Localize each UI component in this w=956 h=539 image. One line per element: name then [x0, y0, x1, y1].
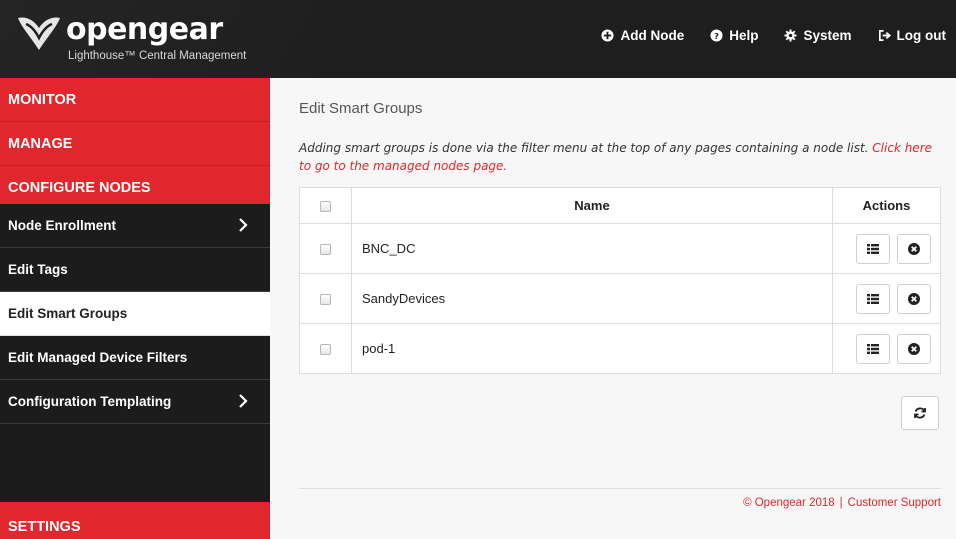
logout-link[interactable]: Log out: [878, 28, 946, 43]
add-node-label: Add Node: [620, 28, 685, 43]
smart-groups-table: Name Actions BNC_DC SandyDevices pod-1: [299, 187, 941, 374]
brand-logo[interactable]: opengear Lighthouse™ Central Management: [8, 6, 270, 72]
row-checkbox[interactable]: [320, 294, 331, 306]
sidebar-manage[interactable]: MANAGE: [0, 122, 270, 166]
sidebar-monitor[interactable]: MONITOR: [0, 78, 270, 122]
table-header-row: Name Actions: [299, 187, 941, 224]
footer-separator: |: [839, 497, 843, 509]
select-all-cell: [299, 187, 352, 224]
plus-circle-icon: [601, 29, 615, 42]
view-list-button[interactable]: [856, 333, 890, 364]
list-icon: [867, 343, 879, 354]
row-actions: [832, 223, 941, 274]
row-checkbox-cell: [299, 273, 352, 324]
sidebar-monitor-label: MONITOR: [8, 91, 77, 108]
table-row: BNC_DC: [299, 223, 941, 274]
info-message: Adding smart groups is done via the filt…: [299, 141, 873, 155]
copyright-text: © Opengear 2018: [743, 497, 835, 509]
brand-name: opengear: [66, 12, 223, 47]
row-actions: [832, 323, 941, 374]
view-list-button[interactable]: [856, 233, 890, 264]
sidebar-item-edit-managed-device-filters[interactable]: Edit Managed Device Filters: [0, 336, 270, 380]
sidebar-item-label: Node Enrollment: [8, 218, 117, 233]
smart-group-name: pod-1: [351, 323, 833, 374]
refresh-icon: [914, 407, 926, 419]
system-link[interactable]: System: [784, 28, 852, 43]
sidebar: MONITOR MANAGE CONFIGURE NODES Node Enro…: [0, 78, 270, 539]
gear-icon: [784, 29, 798, 42]
delete-button[interactable]: [897, 333, 931, 364]
main-content: Edit Smart Groups Adding smart groups is…: [270, 78, 956, 539]
help-link[interactable]: ? Help: [710, 28, 758, 43]
sign-out-icon: [878, 30, 891, 41]
smart-group-name: BNC_DC: [351, 223, 833, 274]
customer-support-link[interactable]: Customer Support: [848, 497, 941, 509]
sidebar-configure-nodes-label: CONFIGURE NODES: [8, 179, 151, 196]
logout-label: Log out: [896, 28, 946, 43]
footer: © Opengear 2018 | Customer Support: [743, 497, 941, 509]
view-list-button[interactable]: [856, 283, 890, 314]
add-node-link[interactable]: Add Node: [601, 28, 684, 43]
opengear-logo-icon: [18, 17, 60, 50]
list-icon: [867, 243, 879, 254]
delete-button[interactable]: [897, 233, 931, 264]
page-title: Edit Smart Groups: [299, 100, 423, 117]
row-actions: [832, 273, 941, 324]
row-checkbox[interactable]: [320, 244, 331, 256]
sidebar-item-edit-smart-groups[interactable]: Edit Smart Groups: [0, 292, 270, 336]
footer-divider: [299, 488, 941, 489]
row-checkbox-cell: [299, 223, 352, 274]
remove-circle-icon: [908, 342, 920, 355]
sidebar-item-label: Configuration Templating: [8, 394, 172, 409]
sidebar-item-node-enrollment[interactable]: Node Enrollment: [0, 204, 270, 248]
system-label: System: [803, 28, 852, 43]
sidebar-item-edit-tags[interactable]: Edit Tags: [0, 248, 270, 292]
sidebar-settings[interactable]: SETTINGS: [0, 502, 270, 539]
info-text: Adding smart groups is done via the filt…: [299, 139, 944, 175]
top-navigation: Add Node ? Help System Log out: [601, 28, 946, 43]
sidebar-item-configuration-templating[interactable]: Configuration Templating: [0, 380, 270, 424]
delete-button[interactable]: [897, 283, 931, 314]
row-checkbox-cell: [299, 323, 352, 374]
svg-text:?: ?: [714, 31, 719, 41]
list-icon: [867, 293, 879, 304]
smart-group-name: SandyDevices: [351, 273, 833, 324]
actions-column-header: Actions: [832, 187, 941, 224]
sidebar-manage-label: MANAGE: [8, 135, 73, 152]
chevron-right-icon: [239, 394, 248, 408]
remove-circle-icon: [908, 292, 920, 305]
row-checkbox[interactable]: [320, 344, 331, 356]
sidebar-item-label: Edit Smart Groups: [8, 306, 128, 321]
brand-subtitle: Lighthouse™ Central Management: [68, 50, 247, 62]
sidebar-item-label: Edit Tags: [8, 262, 68, 277]
sidebar-item-label: Edit Managed Device Filters: [8, 350, 188, 365]
remove-circle-icon: [908, 242, 920, 255]
top-bar: opengear Lighthouse™ Central Management …: [0, 0, 956, 78]
select-all-checkbox[interactable]: [320, 201, 331, 213]
help-label: Help: [729, 28, 759, 43]
question-circle-icon: ?: [710, 29, 723, 42]
sidebar-settings-label: SETTINGS: [8, 519, 81, 535]
name-column-header[interactable]: Name: [351, 187, 833, 224]
refresh-button[interactable]: [901, 396, 939, 430]
table-row: SandyDevices: [299, 273, 941, 324]
table-row: pod-1: [299, 323, 941, 374]
chevron-right-icon: [239, 218, 248, 232]
